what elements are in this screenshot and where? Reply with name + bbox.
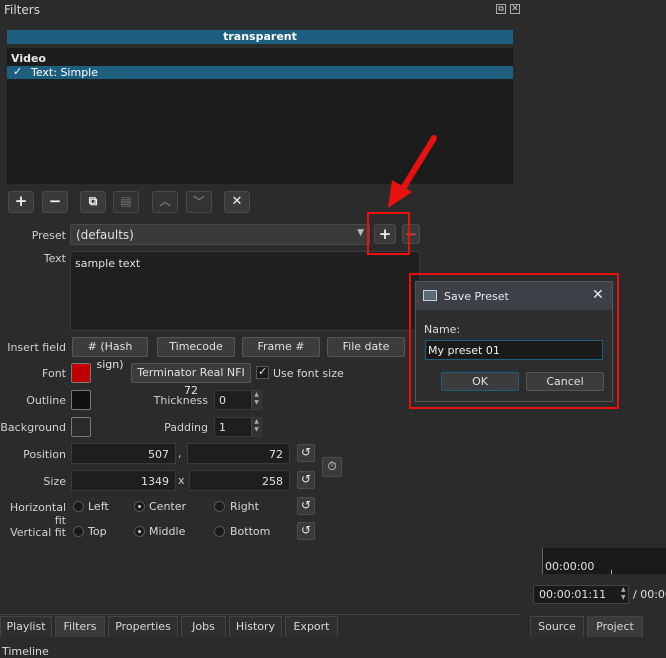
h-fit-left-radio[interactable] xyxy=(73,501,84,512)
size-separator: x xyxy=(178,474,185,487)
filter-category-label: Video xyxy=(11,52,46,65)
h-fit-left-label: Left xyxy=(88,500,109,513)
tab-source[interactable]: Source xyxy=(530,616,584,637)
font-picker-button[interactable]: Terminator Real NFI 72 xyxy=(131,363,251,397)
use-font-size-label: Use font size xyxy=(273,367,344,380)
reset-position-icon[interactable]: ↺ xyxy=(297,444,315,462)
filter-item-text-simple[interactable]: ✓ Text: Simple xyxy=(7,65,513,79)
spin-arrows-icon[interactable]: ▲ ▼ xyxy=(251,391,261,409)
reset-size-icon[interactable]: ↺ xyxy=(297,471,315,489)
current-timecode-value: 00:00:01:11 xyxy=(539,588,607,601)
insert-hash-button[interactable]: # (Hash sign) xyxy=(72,337,148,371)
deselect-filter-button[interactable]: ✕ xyxy=(224,191,250,213)
text-label: Text xyxy=(43,252,66,265)
thickness-spinbox[interactable]: 0 ▲ ▼ xyxy=(214,390,262,410)
v-fit-bottom-radio[interactable] xyxy=(214,526,225,537)
annotation-box-add-preset xyxy=(367,212,410,255)
tab-properties[interactable]: Properties xyxy=(108,616,178,637)
paste-filter-button[interactable]: ▤ xyxy=(113,191,139,213)
v-fit-middle-label: Middle xyxy=(149,525,186,538)
outline-label: Outline xyxy=(26,394,66,407)
v-fit-top-radio[interactable] xyxy=(73,526,84,537)
reset-horizontal-fit-icon[interactable]: ↺ xyxy=(297,497,315,515)
tab-divider-line xyxy=(0,614,520,615)
use-font-size-checkbox[interactable]: ✓ xyxy=(256,365,269,379)
text-editor-value: sample text xyxy=(75,257,141,270)
thickness-label: Thickness xyxy=(153,394,208,407)
preset-dropdown[interactable]: (defaults) ▼ xyxy=(70,224,370,245)
ruler-tick xyxy=(611,570,612,574)
annotation-arrow-icon xyxy=(388,135,437,208)
preset-value: (defaults) xyxy=(76,228,134,242)
v-fit-top-label: Top xyxy=(88,525,107,538)
padding-spinbox[interactable]: 1 ▲ ▼ xyxy=(214,417,262,437)
background-color-swatch[interactable] xyxy=(71,417,91,437)
annotation-box-dialog xyxy=(409,273,619,409)
reset-vertical-fit-icon[interactable]: ↺ xyxy=(297,522,315,540)
padding-label: Padding xyxy=(164,421,208,434)
tab-playlist[interactable]: Playlist xyxy=(0,616,52,637)
remove-filter-button[interactable]: − xyxy=(42,191,68,213)
horizontal-fit-label: Horizontal fit xyxy=(9,501,66,527)
font-color-swatch[interactable] xyxy=(71,363,91,383)
vertical-fit-label: Vertical fit xyxy=(10,526,66,539)
current-timecode-field[interactable]: 00:00:01:11 xyxy=(533,585,629,604)
filter-item-label: Text: Simple xyxy=(31,66,99,79)
padding-value: 1 xyxy=(219,421,226,434)
background-label: Background xyxy=(0,421,66,434)
total-duration: / 00:00 xyxy=(633,588,666,601)
tab-export[interactable]: Export xyxy=(285,616,338,637)
filters-panel-title: Filters xyxy=(4,3,40,17)
font-label: Font xyxy=(42,367,66,380)
insert-timecode-button[interactable]: Timecode xyxy=(157,337,235,357)
move-up-button[interactable]: ︿ xyxy=(152,191,178,213)
chevron-down-icon: ▼ xyxy=(357,228,364,238)
tab-project[interactable]: Project xyxy=(587,616,643,637)
h-fit-right-radio[interactable] xyxy=(214,501,225,512)
v-fit-middle-radio[interactable] xyxy=(134,526,145,537)
add-filter-button[interactable]: + xyxy=(8,191,34,213)
stopwatch-icon[interactable]: ⏱ xyxy=(322,457,342,477)
text-editor[interactable]: sample text xyxy=(70,251,420,331)
tab-history[interactable]: History xyxy=(229,616,282,637)
clip-title-bar: transparent xyxy=(7,30,513,44)
h-fit-right-label: Right xyxy=(230,500,259,513)
timeline-ruler[interactable]: 00:00:00 xyxy=(542,548,666,574)
insert-file-date-button[interactable]: File date xyxy=(327,337,405,357)
copy-filter-button[interactable]: ⧉ xyxy=(80,191,106,213)
float-icon[interactable]: ⧉ xyxy=(496,4,506,14)
position-separator: , xyxy=(178,447,182,460)
size-height-field[interactable]: 258 xyxy=(189,470,290,491)
insert-field-label: Insert field xyxy=(7,341,66,354)
size-label: Size xyxy=(43,475,66,488)
ruler-timecode: 00:00:00 xyxy=(545,560,595,573)
check-icon: ✓ xyxy=(258,365,268,378)
insert-frame-button[interactable]: Frame # xyxy=(242,337,320,357)
close-panel-icon[interactable]: ✕ xyxy=(510,4,520,14)
position-x-field[interactable]: 507 xyxy=(71,443,176,464)
position-label: Position xyxy=(23,448,66,461)
outline-color-swatch[interactable] xyxy=(71,390,91,410)
position-y-field[interactable]: 72 xyxy=(187,443,290,464)
preset-label: Preset xyxy=(31,229,66,242)
size-width-field[interactable]: 1349 xyxy=(71,470,176,491)
h-fit-center-radio[interactable] xyxy=(134,501,145,512)
timecode-spin-icon[interactable]: ▲ ▼ xyxy=(621,586,629,603)
v-fit-bottom-label: Bottom xyxy=(230,525,271,538)
h-fit-center-label: Center xyxy=(149,500,187,513)
tab-jobs[interactable]: Jobs xyxy=(181,616,226,637)
check-icon[interactable]: ✓ xyxy=(13,65,22,78)
move-down-button[interactable]: ﹀ xyxy=(186,191,212,213)
tab-filters[interactable]: Filters xyxy=(55,616,105,637)
thickness-value: 0 xyxy=(219,394,226,407)
spin-arrows-icon[interactable]: ▲ ▼ xyxy=(251,418,261,436)
